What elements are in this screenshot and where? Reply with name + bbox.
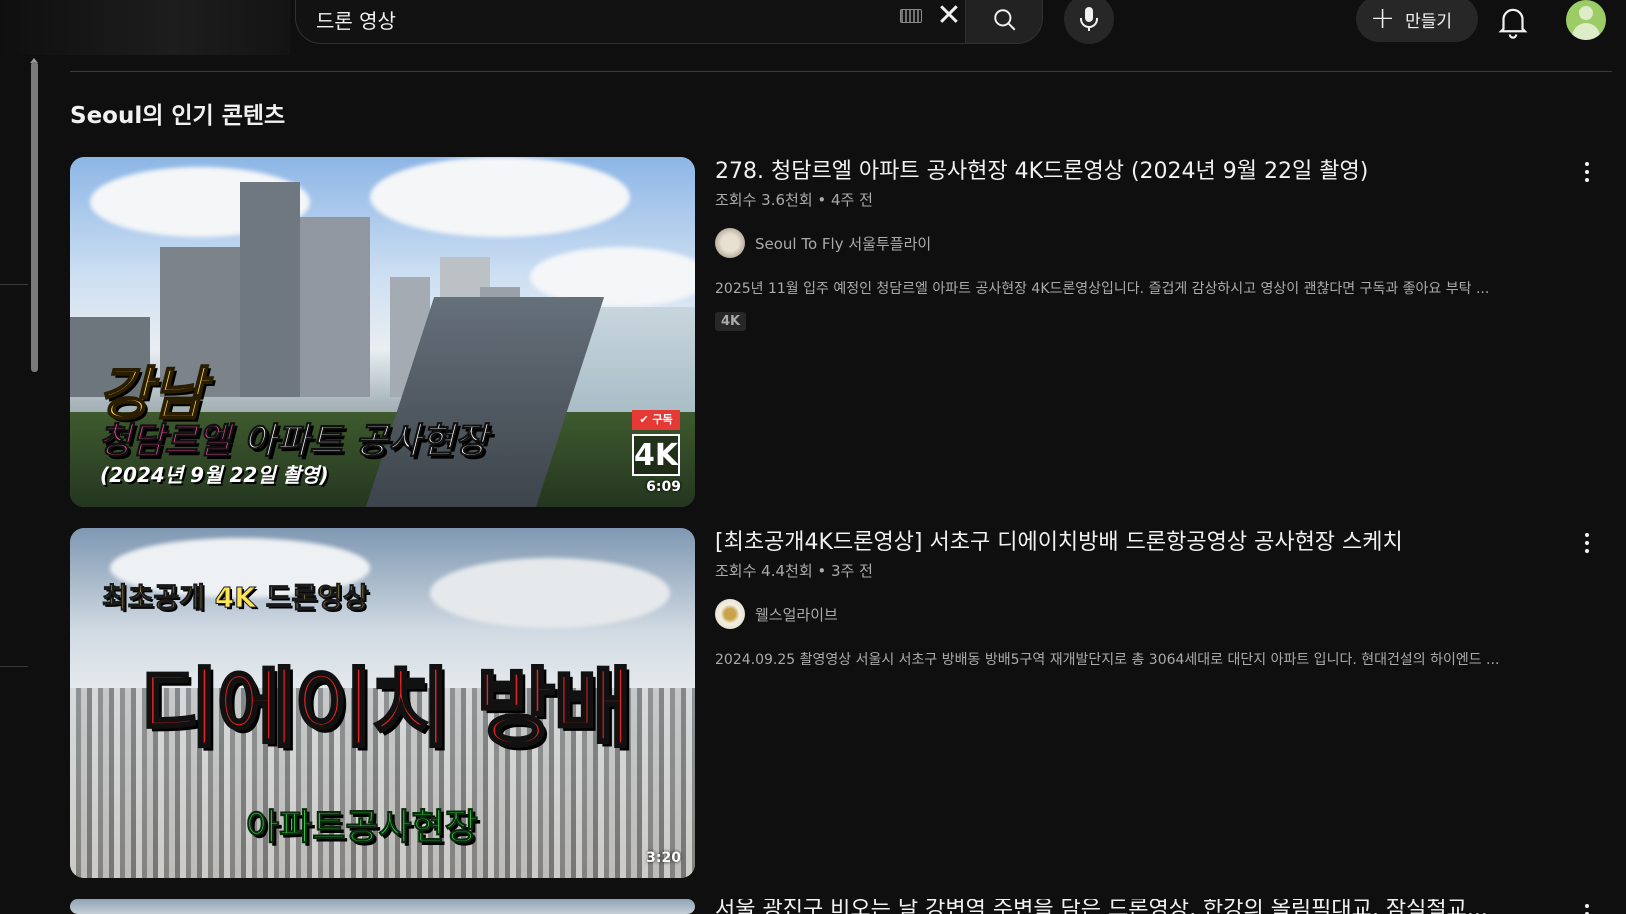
video-description: 2024.09.25 촬영영상 서울시 서초구 방배동 방배5구역 재개발단지로… [715,652,1500,668]
video-result: 최초공개 4K 드론영상 디에이치 방배 아파트공사현장 3:20 [최초공개4… [70,528,1610,878]
thumbnail-building [240,182,300,397]
thumbnail-text-top: 최초공개 4K 드론영상 [102,581,370,615]
section-title: Seoul의 인기 콘텐츠 [70,103,286,129]
sidebar-scrollbar-thumb[interactable] [31,62,38,372]
video-thumbnail[interactable]: 강남 청담르엘 아파트 공사현장 (2024년 9월 22일 촬영) ✔ 구독 … [70,157,695,507]
video-info: [최초공개4K드론영상] 서초구 디에이치방배 드론항공영상 공사현장 스케치 … [715,528,1595,669]
thumbnail-text-bottom: 아파트공사현장 [246,807,479,849]
video-info: 서울 광진구 비오는 날 강변역 주변을 담은 드론영상, 한강의 올림픽대교,… [715,899,1595,914]
thumbnail-text-pink: 청담르엘 [97,421,231,463]
video-result: 서울 광진구 비오는 날 강변역 주변을 담은 드론영상, 한강의 올림픽대교,… [70,899,1610,914]
video-duration: 3:20 [646,850,681,866]
video-description: 2025년 11월 입주 예정인 청담르엘 아파트 공사현장 4K드론영상입니다… [715,281,1490,297]
account-avatar[interactable] [1566,0,1606,40]
video-metadata: 조회수 4.4천회 • 3주 전 [715,562,873,580]
plus-icon: + [1370,1,1396,36]
channel-link[interactable]: Seoul To Fly 서울투플라이 [715,228,1595,258]
thumbnail-cloud [430,558,670,628]
create-button-label: 만들기 [1405,11,1453,32]
video-duration: 6:09 [646,479,681,495]
quality-badge: 4K [715,312,747,331]
search-input[interactable] [316,5,876,33]
masthead: ✕ + 만들기 [0,0,1626,55]
video-title[interactable]: [최초공개4K드론영상] 서초구 디에이치방배 드론항공영상 공사현장 스케치 [715,528,1595,558]
video-result: 강남 청담르엘 아파트 공사현장 (2024년 9월 22일 촬영) ✔ 구독 … [70,157,1610,507]
thumbnail-cloud [370,157,630,237]
thumbnail-4k-badge: 4K [632,434,680,476]
search-box[interactable]: ✕ [295,0,965,44]
thumbnail-text-date: (2024년 9월 22일 촬영) [100,463,329,487]
thumbnail-text-title: 디에이치 방배 [139,658,635,761]
bell-icon [1498,8,1528,39]
microphone-icon [1080,7,1098,31]
video-info: 278. 청담르엘 아파트 공사현장 4K드론영상 (2024년 9월 22일 … [715,157,1595,331]
channel-link[interactable]: 웰스얼라이브 [715,599,1595,629]
more-actions-icon[interactable] [1575,159,1599,189]
search-button[interactable] [965,0,1043,44]
video-thumbnail[interactable] [70,899,695,914]
video-title[interactable]: 서울 광진구 비오는 날 강변역 주변을 담은 드론영상, 한강의 올림픽대교,… [715,899,1595,914]
thumbnail-text-subtitle: 청담르엘 아파트 공사현장 [97,412,488,464]
channel-avatar[interactable] [715,228,745,258]
sidebar-divider [0,666,28,667]
section-divider [70,71,1612,72]
channel-name[interactable]: Seoul To Fly 서울투플라이 [755,233,931,254]
more-actions-icon[interactable] [1575,901,1599,914]
keyboard-icon[interactable] [900,9,922,23]
sidebar-divider [0,284,28,285]
voice-search-button[interactable] [1064,0,1114,44]
thumbnail-text-white: 아파트 공사현장 [230,421,488,463]
more-actions-icon[interactable] [1575,530,1599,560]
thumbnail-image [70,899,695,914]
thumbnail-subscribe-badge: ✔ 구독 [632,410,680,430]
search-icon [994,9,1016,31]
video-thumbnail[interactable]: 최초공개 4K 드론영상 디에이치 방배 아파트공사현장 3:20 [70,528,695,878]
thumbnail-building [300,217,370,397]
channel-name[interactable]: 웰스얼라이브 [755,604,838,625]
notifications-button[interactable] [1494,2,1532,40]
avatar-head [1579,6,1593,20]
avatar-body [1572,23,1600,40]
video-title[interactable]: 278. 청담르엘 아파트 공사현장 4K드론영상 (2024년 9월 22일 … [715,157,1595,187]
create-button[interactable]: + 만들기 [1356,0,1478,42]
masthead-left-area [0,0,290,55]
channel-avatar[interactable] [715,599,745,629]
video-metadata: 조회수 3.6천회 • 4주 전 [715,191,873,209]
clear-search-icon[interactable]: ✕ [932,0,966,33]
